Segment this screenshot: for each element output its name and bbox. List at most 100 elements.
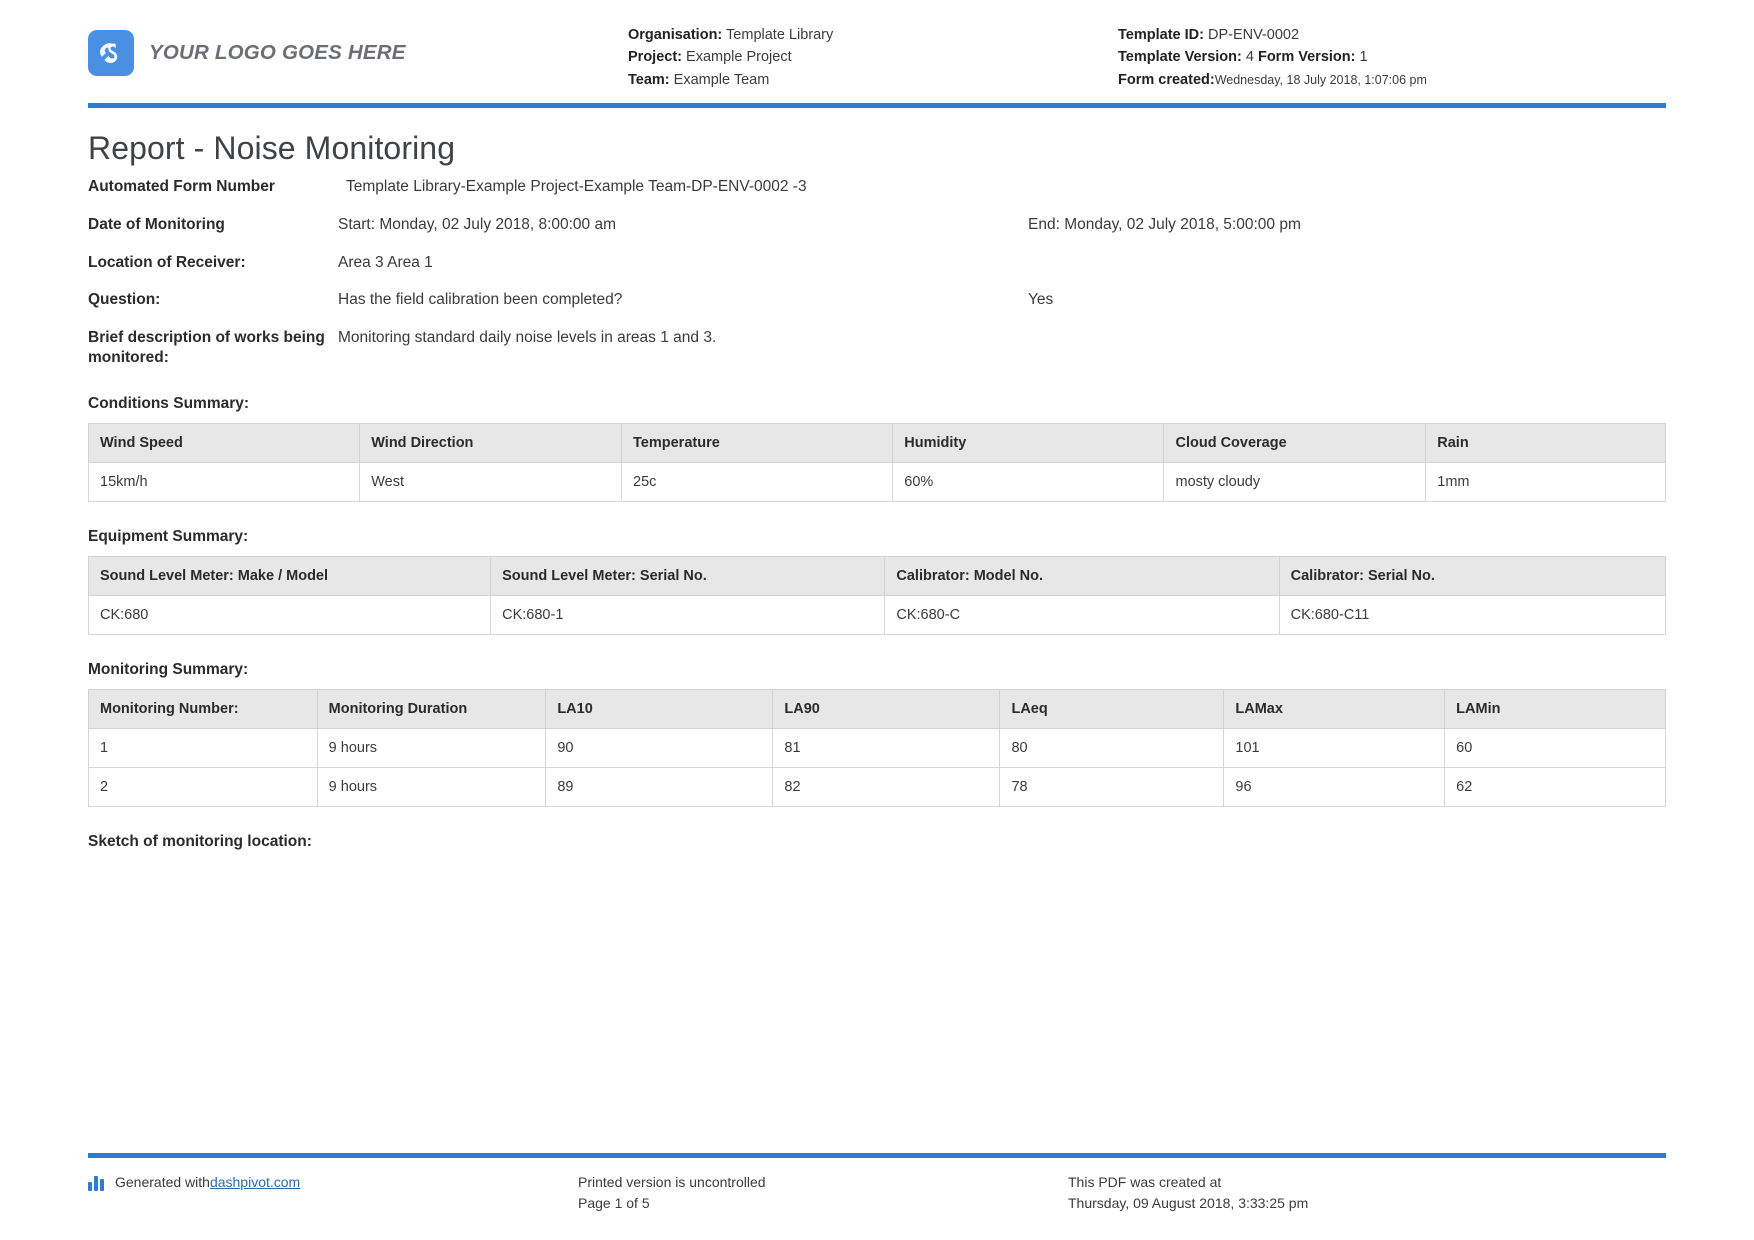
field-value-end: End: Monday, 02 July 2018, 5:00:00 pm xyxy=(1028,215,1666,236)
header-template-id-label: Template ID: xyxy=(1118,27,1204,43)
header-team-row: Team: Example Team xyxy=(628,69,1118,91)
monitoring-summary-table: Monitoring Number: Monitoring Duration L… xyxy=(88,689,1666,807)
field-label: Question: xyxy=(88,290,338,311)
dashpivot-link[interactable]: dashpivot.com xyxy=(210,1172,300,1193)
field-date-of-monitoring: Date of Monitoring Start: Monday, 02 Jul… xyxy=(88,215,1666,236)
header-organisation-row: Organisation: Template Library xyxy=(628,24,1118,46)
field-location-of-receiver: Location of Receiver: Area 3 Area 1 xyxy=(88,253,1666,274)
table-cell: 60 xyxy=(1445,729,1666,768)
logo-text: YOUR LOGO GOES HERE xyxy=(149,41,406,65)
field-brief-description: Brief description of works being monitor… xyxy=(88,328,1666,369)
table-cell: CK:680-C11 xyxy=(1279,596,1665,635)
table-cell: 96 xyxy=(1224,768,1445,807)
header-template-version-value: 4 xyxy=(1246,49,1254,65)
column-header: Monitoring Number: xyxy=(89,690,318,729)
field-value: Area 3 Area 1 xyxy=(338,253,1028,274)
header-form-version-value: 1 xyxy=(1360,49,1368,65)
table-cell: 1 xyxy=(89,729,318,768)
field-value: Monitoring standard daily noise levels i… xyxy=(338,328,1028,349)
footer-generated-prefix: Generated with xyxy=(115,1172,210,1193)
column-header: Sound Level Meter: Serial No. xyxy=(491,557,885,596)
table-cell: 90 xyxy=(546,729,773,768)
column-header: Temperature xyxy=(622,424,893,463)
footer-generated-block: Generated with dashpivot.com xyxy=(88,1172,578,1193)
footer-created-timestamp: Thursday, 09 August 2018, 3:33:25 pm xyxy=(1068,1193,1666,1214)
column-header: Wind Direction xyxy=(360,424,622,463)
header-template-block: Template ID: DP-ENV-0002 Template Versio… xyxy=(1118,24,1666,91)
table-cell: 80 xyxy=(1000,729,1224,768)
column-header: LA10 xyxy=(546,690,773,729)
column-header: LA90 xyxy=(773,690,1000,729)
field-label: Date of Monitoring xyxy=(88,215,338,236)
header-project-value: Example Project xyxy=(686,49,792,65)
header-project-row: Project: Example Project xyxy=(628,46,1118,68)
field-value: Template Library-Example Project-Example… xyxy=(338,177,1036,198)
column-header: Monitoring Duration xyxy=(317,690,546,729)
header-form-created-row: Form created:Wednesday, 18 July 2018, 1:… xyxy=(1118,69,1666,91)
field-value-answer: Yes xyxy=(1028,290,1666,311)
header-project-label: Project: xyxy=(628,49,682,65)
table-header-row: Sound Level Meter: Make / Model Sound Le… xyxy=(89,557,1666,596)
footer-created-block: This PDF was created at Thursday, 09 Aug… xyxy=(1068,1172,1666,1214)
sketch-area xyxy=(88,861,1666,1101)
document-page: YOUR LOGO GOES HERE Organisation: Templa… xyxy=(0,0,1754,1240)
footer-created-line1: This PDF was created at xyxy=(1068,1172,1666,1193)
table-cell: 9 hours xyxy=(317,768,546,807)
header-template-id-row: Template ID: DP-ENV-0002 xyxy=(1118,24,1666,46)
column-header: Humidity xyxy=(893,424,1164,463)
dashpivot-bars-icon xyxy=(88,1175,106,1191)
table-cell: West xyxy=(360,463,622,502)
document-footer: Generated with dashpivot.com Printed ver… xyxy=(88,1153,1666,1214)
conditions-summary-table: Wind Speed Wind Direction Temperature Hu… xyxy=(88,423,1666,502)
table-cell: 89 xyxy=(546,768,773,807)
column-header: Rain xyxy=(1426,424,1666,463)
equipment-summary-title: Equipment Summary: xyxy=(88,528,1666,546)
table-cell: 2 xyxy=(89,768,318,807)
document-header: YOUR LOGO GOES HERE Organisation: Templa… xyxy=(88,0,1666,99)
table-cell: 82 xyxy=(773,768,1000,807)
column-header: LAMax xyxy=(1224,690,1445,729)
field-question: Question: Has the field calibration been… xyxy=(88,290,1666,311)
table-row: CK:680 CK:680-1 CK:680-C CK:680-C11 xyxy=(89,596,1666,635)
table-header-row: Monitoring Number: Monitoring Duration L… xyxy=(89,690,1666,729)
table-cell: mosty cloudy xyxy=(1164,463,1426,502)
column-header: Sound Level Meter: Make / Model xyxy=(89,557,491,596)
column-header: LAeq xyxy=(1000,690,1224,729)
table-cell: 78 xyxy=(1000,768,1224,807)
column-header: Calibrator: Serial No. xyxy=(1279,557,1665,596)
table-cell: CK:680 xyxy=(89,596,491,635)
sketch-section-title: Sketch of monitoring location: xyxy=(88,833,1666,851)
table-cell: 62 xyxy=(1445,768,1666,807)
header-form-created-label: Form created: xyxy=(1118,72,1215,88)
table-cell: CK:680-C xyxy=(885,596,1279,635)
field-label: Automated Form Number xyxy=(88,177,338,198)
table-cell: 15km/h xyxy=(89,463,360,502)
header-team-value: Example Team xyxy=(674,72,770,88)
column-header: Calibrator: Model No. xyxy=(885,557,1279,596)
table-cell: CK:680-1 xyxy=(491,596,885,635)
company-logo-icon xyxy=(88,30,134,76)
footer-printed-block: Printed version is uncontrolled Page 1 o… xyxy=(578,1172,1068,1214)
table-cell: 60% xyxy=(893,463,1164,502)
page-title: Report - Noise Monitoring xyxy=(88,130,1666,167)
table-cell: 81 xyxy=(773,729,1000,768)
field-label: Location of Receiver: xyxy=(88,253,338,274)
header-template-version-label: Template Version: xyxy=(1118,49,1242,65)
conditions-summary-title: Conditions Summary: xyxy=(88,395,1666,413)
header-form-version-label: Form Version: xyxy=(1258,49,1356,65)
header-team-label: Team: xyxy=(628,72,670,88)
field-value-question: Has the field calibration been completed… xyxy=(338,290,1028,311)
column-header: Wind Speed xyxy=(89,424,360,463)
table-row: 2 9 hours 89 82 78 96 62 xyxy=(89,768,1666,807)
field-automated-form-number: Automated Form Number Template Library-E… xyxy=(88,177,1666,198)
table-header-row: Wind Speed Wind Direction Temperature Hu… xyxy=(89,424,1666,463)
table-cell: 101 xyxy=(1224,729,1445,768)
table-cell: 9 hours xyxy=(317,729,546,768)
equipment-summary-table: Sound Level Meter: Make / Model Sound Le… xyxy=(88,556,1666,635)
header-organisation-value: Template Library xyxy=(726,27,833,43)
column-header: LAMin xyxy=(1445,690,1666,729)
header-version-row: Template Version: 4 Form Version: 1 xyxy=(1118,46,1666,68)
header-org-block: Organisation: Template Library Project: … xyxy=(628,24,1118,91)
table-row: 15km/h West 25c 60% mosty cloudy 1mm xyxy=(89,463,1666,502)
field-value-start: Start: Monday, 02 July 2018, 8:00:00 am xyxy=(338,215,1028,236)
